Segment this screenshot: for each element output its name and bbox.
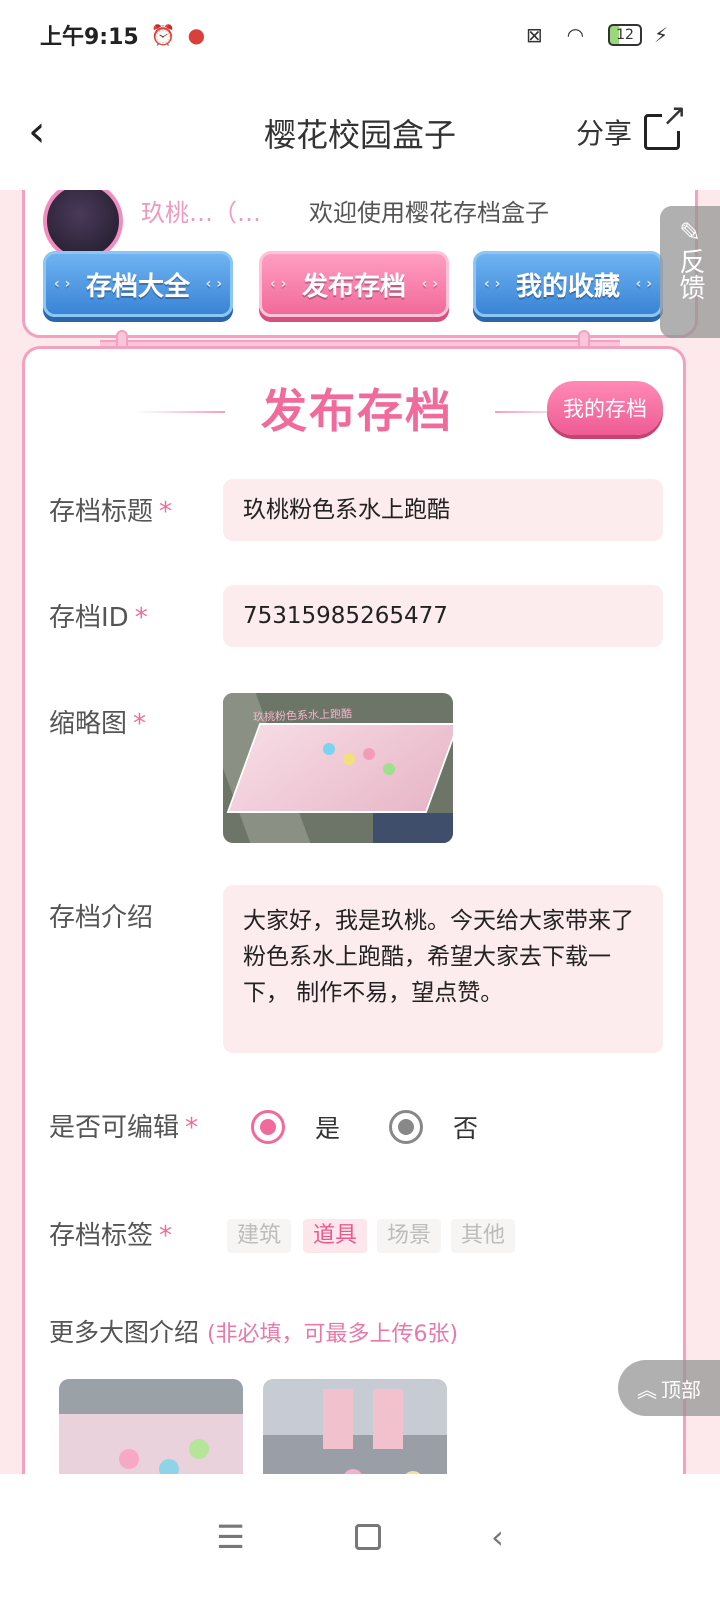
share-icon [644, 101, 687, 150]
menu-icon[interactable]: ☰ [216, 1518, 245, 1556]
tag-props[interactable]: 道具 [303, 1219, 368, 1253]
required-mark: * [159, 1221, 173, 1251]
thumbnail-label: 缩略图 * [49, 709, 147, 739]
alarm-icon: ⏰ [150, 23, 176, 47]
thumbnail-caption: 玖桃粉色系水上跑酷 [252, 707, 353, 724]
publish-archive-button[interactable]: 发布存档 [259, 251, 449, 317]
archive-all-button[interactable]: 存档大全 [43, 251, 233, 317]
required-mark: * [185, 1113, 199, 1143]
thumbnail-image[interactable]: 玖桃粉色系水上跑酷 [223, 693, 453, 843]
tag-building[interactable]: 建筑 [227, 1219, 292, 1253]
archive-id-label: 存档ID * [49, 603, 148, 633]
app-header: ‹ 樱花校园盒子 分享 [0, 70, 720, 190]
double-chevron-up-icon: ︽ [637, 1377, 657, 1402]
tag-other[interactable]: 其他 [451, 1219, 516, 1253]
archive-title-input[interactable]: 玖桃粉色系水上跑酷 [223, 479, 663, 541]
intro-label: 存档介绍 [49, 903, 154, 933]
status-time: 上午9:15 [40, 25, 139, 50]
editable-no-label: 否 [453, 1114, 479, 1143]
required-mark: * [133, 709, 147, 739]
intro-textarea[interactable]: 大家好，我是玖桃。今天给大家带来了粉色系水上跑酷，希望大家去下载一下， 制作不易… [223, 885, 663, 1053]
editable-label: 是否可编辑 * [49, 1113, 199, 1143]
sim-off-icon: ⊠ [525, 23, 543, 47]
archive-id-input[interactable]: 75315985265477 [223, 585, 663, 647]
editable-yes-label: 是 [315, 1114, 341, 1143]
more-images-label: 更多大图介绍 (非必填，可最多上传6张) [49, 1318, 459, 1347]
share-button[interactable]: 分享 [575, 101, 687, 152]
more-images-note: (非必填，可最多上传6张) [206, 1322, 459, 1347]
app-notification-icon: ● [187, 23, 206, 47]
welcome-text: 欢迎使用樱花存档盒子 [309, 199, 549, 227]
tag-scene[interactable]: 场景 [377, 1219, 442, 1253]
my-archive-button[interactable]: 我的存档 [547, 381, 663, 435]
share-label: 分享 [575, 117, 632, 150]
feedback-label: 反馈 [675, 248, 705, 300]
editable-no-radio[interactable]: 否 [389, 1109, 478, 1145]
archive-title-label: 存档标题 * [49, 497, 173, 527]
edit-icon: ✎ [679, 218, 701, 248]
feedback-button[interactable]: ✎ 反馈 [660, 206, 720, 338]
user-card: 玖桃…（… 欢迎使用樱花存档盒子 存档大全 发布存档 我的收藏 [22, 190, 698, 338]
required-mark: * [159, 497, 173, 527]
status-bar: 上午9:15 ⏰ ● ⊠ ◠ 12 ⚡ [0, 0, 720, 70]
radio-unselected-icon [389, 1110, 423, 1144]
editable-yes-radio[interactable]: 是 [251, 1109, 340, 1145]
publish-form: 发布存档 我的存档 存档标题 * 玖桃粉色系水上跑酷 存档ID * 75315985… [22, 346, 686, 1500]
nav-back-icon[interactable]: ‹ [491, 1518, 504, 1556]
back-to-top-label: 顶部 [661, 1377, 701, 1402]
battery-indicator: 12 [608, 24, 642, 46]
tags-label: 存档标签 * [49, 1221, 173, 1251]
username: 玖桃…（… [141, 199, 261, 227]
required-mark: * [134, 603, 148, 633]
my-favorites-button[interactable]: 我的收藏 [473, 251, 663, 317]
system-navigation-bar: ☰ ‹ [0, 1474, 720, 1600]
radio-selected-icon [251, 1110, 285, 1144]
charging-icon: ⚡ [653, 23, 668, 47]
home-icon[interactable] [354, 1524, 381, 1550]
wifi-icon: ◠ [566, 23, 585, 47]
back-to-top-button[interactable]: ︽ 顶部 [618, 1360, 720, 1416]
content-area[interactable]: 玖桃…（… 欢迎使用樱花存档盒子 存档大全 发布存档 我的收藏 发布存档 我的存… [0, 190, 720, 1500]
